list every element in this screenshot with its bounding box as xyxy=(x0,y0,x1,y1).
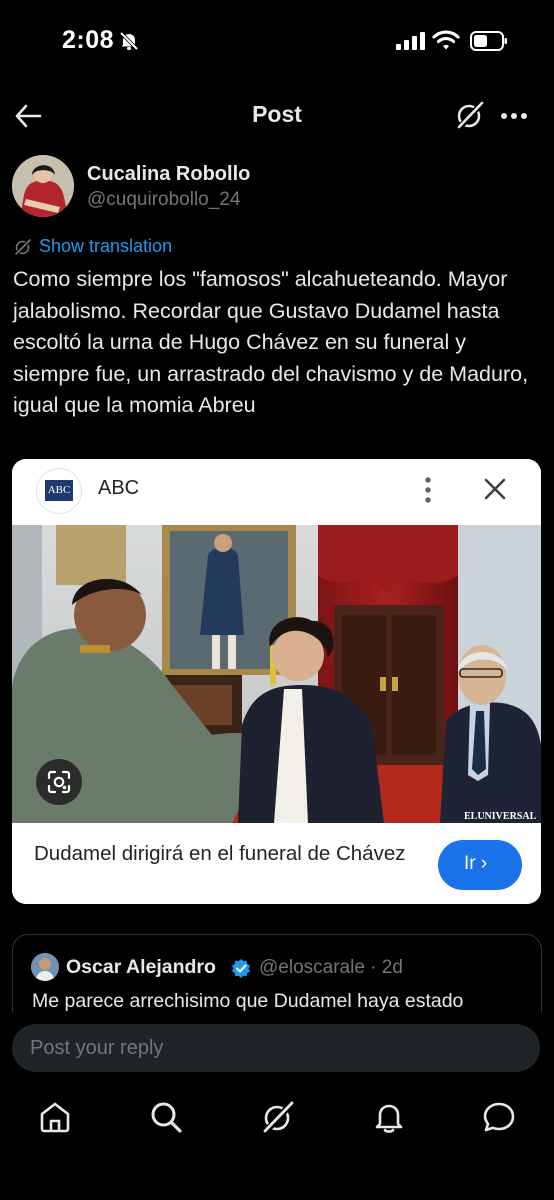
messages-icon xyxy=(483,1102,515,1132)
status-time: 2:08 xyxy=(62,26,115,54)
post-author[interactable]: Cucalina Robollo @cuquirobollo_24 xyxy=(12,155,542,221)
article-photo[interactable]: ELUNIVERSAL xyxy=(12,525,541,823)
go-button[interactable]: Ir › xyxy=(438,840,522,890)
post-text: Como siempre los "famosos" alcahueteando… xyxy=(13,267,529,417)
author-avatar[interactable] xyxy=(12,155,74,217)
reply-avatar[interactable] xyxy=(31,953,59,981)
card-close-icon[interactable] xyxy=(483,477,507,506)
home-icon xyxy=(40,1102,70,1133)
tab-home[interactable] xyxy=(38,1100,72,1134)
source-logo: ABC xyxy=(36,468,82,514)
battery-icon xyxy=(470,31,508,56)
tab-notifications[interactable] xyxy=(372,1100,406,1134)
grok-translate-icon xyxy=(14,238,32,261)
verified-badge-icon xyxy=(231,958,251,983)
tab-messages[interactable] xyxy=(482,1100,516,1134)
source-logo-text: ABC xyxy=(45,480,73,501)
show-translation-label[interactable]: Show translation xyxy=(39,236,172,257)
reply-input[interactable] xyxy=(12,1024,540,1072)
lens-icon xyxy=(47,770,71,794)
reply-text: Me parece arrechisimo que Dudamel haya e… xyxy=(32,990,464,1012)
card-footer: Dudamel dirigirá en el funeral de Chávez… xyxy=(12,823,541,904)
cellular-signal-icon xyxy=(396,32,426,55)
source-name: ABC xyxy=(98,477,140,499)
image-watermark: ELUNIVERSAL xyxy=(464,811,537,822)
more-options-icon[interactable] xyxy=(500,104,528,133)
reply-time: 2d xyxy=(381,957,403,978)
reply-handle[interactable]: @eloscarale xyxy=(259,957,365,978)
author-handle[interactable]: @cuquirobollo_24 xyxy=(87,189,240,211)
visual-search-button[interactable] xyxy=(36,759,82,805)
grok-icon[interactable] xyxy=(455,100,485,135)
tab-search[interactable] xyxy=(149,1100,183,1134)
reply-author-name[interactable]: Oscar Alejandro xyxy=(66,956,216,979)
status-bar: 2:08 xyxy=(0,0,554,80)
search-icon xyxy=(151,1102,182,1133)
card-more-options-icon[interactable] xyxy=(422,476,434,509)
author-name[interactable]: Cucalina Robollo xyxy=(87,163,250,186)
card-header: ABC ABC xyxy=(12,459,541,525)
tab-grok[interactable] xyxy=(261,1100,295,1134)
reply-handle-and-time: @eloscarale · 2d xyxy=(259,957,403,978)
notifications-bell-icon xyxy=(375,1104,403,1133)
wifi-icon xyxy=(432,29,460,56)
go-button-label: Ir › xyxy=(464,853,488,874)
top-navigation-bar: Post xyxy=(0,90,554,140)
link-preview-card[interactable]: ABC ABC ELUNIVERSAL Dudamel dirigirá en … xyxy=(12,459,541,904)
grok-tab-icon xyxy=(263,1100,295,1134)
bell-muted-icon xyxy=(118,30,140,57)
article-title[interactable]: Dudamel dirigirá en el funeral de Chávez xyxy=(34,840,414,867)
